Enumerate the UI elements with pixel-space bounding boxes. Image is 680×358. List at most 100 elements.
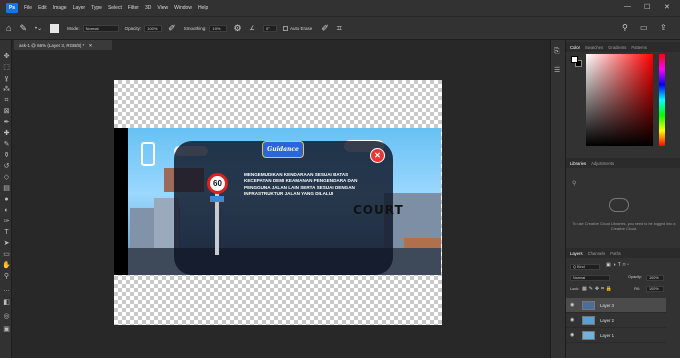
angle-field[interactable]: 0° xyxy=(262,24,277,32)
lasso-tool-icon[interactable]: ɣ xyxy=(2,74,11,83)
options-bar: ⌂ ✎ •⌄ Mode: Normal Opacity: 100% ✐ Smoo… xyxy=(0,16,680,40)
brush-tool-icon[interactable]: ✎ xyxy=(2,140,11,149)
layer-name: Layer 1 xyxy=(600,332,614,338)
healing-brush-tool-icon[interactable]: ✚ xyxy=(2,129,11,138)
blur-tool-icon[interactable]: ● xyxy=(2,195,11,204)
layer-thumbnail xyxy=(582,300,595,310)
rectangle-tool-icon[interactable]: ▭ xyxy=(2,250,11,259)
tab-swatches[interactable]: Swatches xyxy=(585,45,603,50)
layer-filter-icons[interactable]: ▣◑T⌑▫ xyxy=(606,262,631,268)
maximize-button[interactable]: ☐ xyxy=(644,3,650,11)
hue-slider[interactable] xyxy=(659,54,665,146)
mode-select[interactable]: Normal xyxy=(82,24,119,32)
menu-3d[interactable]: 3D xyxy=(145,5,151,11)
eraser-tool-icon[interactable]: ◇ xyxy=(2,173,11,182)
menu-filter[interactable]: Filter xyxy=(128,5,139,11)
lock-icons[interactable]: ▦✎✥⌗🔒 xyxy=(582,286,614,292)
blend-mode-select[interactable]: Normal xyxy=(570,275,610,281)
marquee-tool-icon[interactable]: ⬚ xyxy=(2,63,11,72)
layer-opacity-field[interactable]: 100% xyxy=(646,275,664,281)
visibility-eye-icon[interactable]: ◉ xyxy=(570,302,576,308)
menu-select[interactable]: Select xyxy=(108,5,122,11)
layer-name: Layer 2 xyxy=(600,317,614,323)
history-brush-tool-icon[interactable]: ↺ xyxy=(2,162,11,171)
properties-panel-icon[interactable]: ☰ xyxy=(554,66,560,74)
visibility-eye-icon[interactable]: ◉ xyxy=(570,317,576,323)
crop-tool-icon[interactable]: ⌗ xyxy=(2,96,11,105)
tab-patterns[interactable]: Patterns xyxy=(631,45,647,50)
document-tab[interactable]: ask-1 @ 66% (Layer 3, RGB/8) * ✕ xyxy=(14,40,112,50)
tab-channels[interactable]: Channels xyxy=(588,251,606,256)
tab-paths[interactable]: Paths xyxy=(610,251,621,256)
layer-name: Layer 3 xyxy=(600,302,614,308)
layer-kind-filter[interactable]: Q Kind xyxy=(570,264,600,270)
foreground-background-colors-icon[interactable]: ◧ xyxy=(2,298,11,307)
brush-preset-icon[interactable]: ✎ xyxy=(19,23,27,34)
layer-thumbnail xyxy=(582,315,595,325)
menu-file[interactable]: File xyxy=(24,5,32,11)
menu-edit[interactable]: Edit xyxy=(38,5,47,11)
collapsed-panel-strip: ⎘ ☰ xyxy=(550,40,566,358)
type-tool-icon[interactable]: T xyxy=(2,228,11,237)
menu-view[interactable]: View xyxy=(157,5,168,11)
fill-field[interactable]: 100% xyxy=(646,286,664,292)
visibility-eye-icon[interactable]: ◉ xyxy=(570,332,576,338)
smoothing-field[interactable]: 10% xyxy=(209,24,228,32)
tab-color[interactable]: Color xyxy=(570,45,580,50)
pen-tool-icon[interactable]: ✑ xyxy=(2,217,11,226)
menu-image[interactable]: Image xyxy=(53,5,67,11)
menu-help[interactable]: Help xyxy=(198,5,208,11)
menu-type[interactable]: Type xyxy=(91,5,102,11)
brush-size-dropdown-icon[interactable]: •⌄ xyxy=(35,25,42,32)
creative-cloud-icon xyxy=(609,198,629,212)
history-panel-icon[interactable]: ⎘ xyxy=(554,48,560,56)
smoothing-label: Smoothing: xyxy=(183,25,207,31)
dodge-tool-icon[interactable]: ◐ xyxy=(2,206,11,215)
menu-window[interactable]: Window xyxy=(174,5,192,11)
gradient-tool-icon[interactable]: ▤ xyxy=(2,184,11,193)
document-tab-title: ask-1 @ 66% (Layer 3, RGB/8) * xyxy=(19,43,85,48)
layer-row-1[interactable]: ◉ Layer 1 xyxy=(566,328,666,343)
tab-adjustments[interactable]: Adjustments xyxy=(591,161,614,166)
move-tool-icon[interactable]: ✥ xyxy=(2,52,11,61)
zoom-tool-icon[interactable]: ⚲ xyxy=(2,272,11,281)
tools-panel: ✥ ⬚ ɣ ⁂ ⌗ ⊠ ✒ ✚ ✎ ⚱ ↺ ◇ ▤ ● ◐ ✑ T ➤ ▭ ✋ … xyxy=(0,40,12,358)
brush-settings-icon[interactable] xyxy=(50,23,60,33)
auto-erase-checkbox[interactable] xyxy=(282,25,288,31)
pressure-opacity-icon[interactable]: ✐ xyxy=(168,23,176,34)
sign-pole xyxy=(215,193,219,255)
document-tab-close-icon[interactable]: ✕ xyxy=(89,43,93,48)
color-picker-field[interactable] xyxy=(586,54,653,146)
library-search-icon[interactable]: ⚲ xyxy=(572,180,576,187)
tab-libraries[interactable]: Libraries xyxy=(570,161,586,166)
foreground-color-swatch[interactable] xyxy=(571,56,578,63)
frame-tool-icon[interactable]: ⊠ xyxy=(2,107,11,116)
minimize-button[interactable]: — xyxy=(624,3,631,10)
eyedropper-tool-icon[interactable]: ✒ xyxy=(2,118,11,127)
quick-mask-icon[interactable]: ◎ xyxy=(2,312,11,321)
path-selection-tool-icon[interactable]: ➤ xyxy=(2,239,11,248)
home-icon[interactable]: ⌂ xyxy=(6,23,11,33)
magic-wand-tool-icon[interactable]: ⁂ xyxy=(2,85,11,94)
menu-layer[interactable]: Layer xyxy=(73,5,86,11)
share-icon[interactable]: ⇪ xyxy=(660,23,667,32)
clone-stamp-tool-icon[interactable]: ⚱ xyxy=(2,151,11,160)
dialog-close-button[interactable]: ✕ xyxy=(370,148,385,163)
menu-bar: Ps File Edit Image Layer Type Select Fil… xyxy=(0,0,680,16)
pressure-size-icon[interactable]: ✐ xyxy=(321,23,329,34)
close-window-button[interactable]: ✕ xyxy=(664,3,670,11)
more-tools-icon[interactable]: … xyxy=(2,285,11,294)
smoothing-options-gear-icon[interactable]: ⚙ xyxy=(233,23,241,34)
workspace-icon[interactable]: ▭ xyxy=(640,23,648,32)
symmetry-icon[interactable]: ⌗ xyxy=(337,23,342,34)
tab-gradients[interactable]: Gradients xyxy=(608,45,626,50)
opacity-field[interactable]: 100% xyxy=(144,24,163,32)
hand-tool-icon[interactable]: ✋ xyxy=(2,261,11,270)
angle-icon: ∠ xyxy=(249,25,255,32)
screen-mode-icon[interactable]: ▣ xyxy=(2,325,11,334)
mode-label: Mode: xyxy=(67,25,80,31)
layer-row-2[interactable]: ◉ Layer 2 xyxy=(566,313,666,328)
tab-layers[interactable]: Layers xyxy=(570,251,583,256)
search-icon[interactable]: ⚲ xyxy=(622,23,628,32)
layer-row-3[interactable]: ◉ Layer 3 xyxy=(566,298,666,313)
